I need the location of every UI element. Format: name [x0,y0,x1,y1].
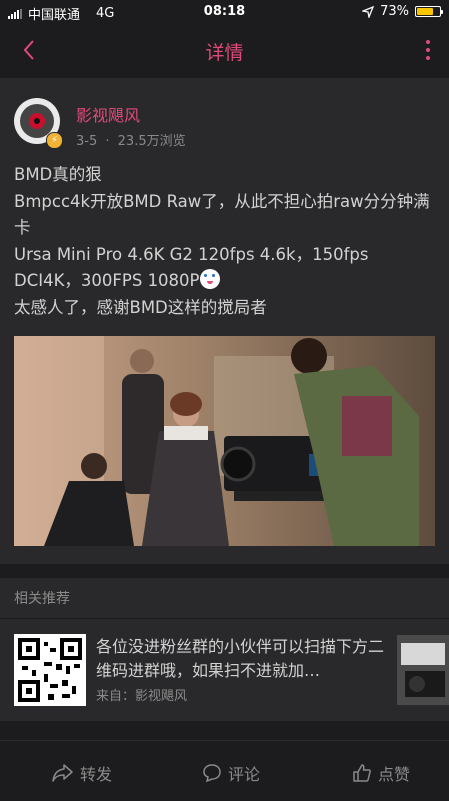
post-line: Bmpcc4k开放BMD Raw了，从此不担心拍raw分分钟满卡 [14,191,430,238]
film-set-photo [14,336,435,546]
qr-code-thumbnail [14,634,86,706]
post-photo[interactable] [14,336,435,546]
post-meta: 3-5 · 23.5万浏览 [76,130,186,149]
post-card: ⚡ 影视飓风 3-5 · 23.5万浏览 BMD真的狠 Bmpcc4k开放BMD… [0,78,449,564]
related-item-title: 各位没进粉丝群的小伙伴可以扫描下方二维码进群哦，如果扫不进就加… [96,637,385,680]
share-button[interactable]: 转发 [52,761,112,785]
meta-separator: · [105,134,110,149]
battery-percent: 73% [380,4,409,19]
location-arrow-icon [362,5,375,18]
thumbs-up-icon [353,764,371,782]
like-label: 点赞 [378,765,411,784]
share-icon [52,764,73,782]
navigation-bar: 详情 [0,24,449,78]
related-item-thumbnail [397,635,449,705]
author-name[interactable]: 影视飓风 [76,102,140,126]
related-header-label: 相关推荐 [14,591,70,607]
comment-button[interactable]: 评论 [202,761,260,785]
more-vertical-icon [426,40,430,44]
share-label: 转发 [80,765,113,784]
related-item[interactable]: 各位没进粉丝群的小伙伴可以扫描下方二维码进群哦，如果扫不进就加… 来自：影视飓风 [0,619,449,721]
post-line: Ursa Mini Pro 4.6K G2 120fps 4.6k，150fps… [14,244,369,291]
post-line: 太感人了，感谢BMD这样的搅局者 [14,297,267,317]
comment-label: 评论 [228,765,261,784]
verified-badge-icon: ⚡ [46,132,63,149]
related-section-header: 相关推荐 [0,578,449,619]
post-content: BMD真的狠 Bmpcc4k开放BMD Raw了，从此不担心拍raw分分钟满卡 … [14,162,436,321]
qr-code-icon [18,638,82,702]
action-bar: 转发 评论 点赞 [0,740,449,801]
emoji-icon [199,269,220,289]
like-button[interactable]: 点赞 [352,761,410,785]
page-title: 详情 [205,42,244,64]
more-button[interactable] [425,40,431,60]
status-bar: 中国联通 4G 08:18 73% [0,0,449,24]
comment-icon [203,764,221,783]
view-count: 23.5万浏览 [117,134,186,149]
post-line: BMD真的狠 [14,165,102,184]
post-date: 3-5 [76,134,98,149]
related-item-source: 来自：影视飓风 [96,689,188,704]
battery-icon [415,6,443,17]
